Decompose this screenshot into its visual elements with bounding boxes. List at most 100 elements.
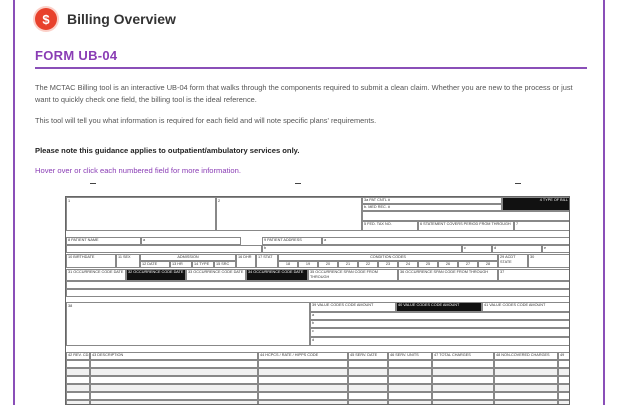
field-9a[interactable]: a — [322, 237, 569, 245]
field-7[interactable]: 7 — [514, 221, 569, 231]
field-2[interactable]: 2 — [216, 197, 362, 231]
field-15[interactable]: 15 SRC — [214, 261, 236, 268]
service-line-cell[interactable] — [258, 376, 348, 384]
field-47[interactable]: 47 TOTAL CHARGES — [432, 352, 494, 360]
field-34[interactable]: 34 OCCURRENCE CODE DATE — [246, 269, 308, 281]
field-43[interactable]: 43 DESCRIPTION — [90, 352, 258, 360]
condition-code-cell[interactable]: 20 — [318, 261, 338, 268]
service-line-cell[interactable] — [432, 400, 494, 404]
service-line-cell[interactable] — [90, 400, 258, 404]
service-line-cell[interactable] — [432, 392, 494, 400]
service-line-cell[interactable] — [494, 360, 558, 368]
service-line-cell[interactable] — [494, 376, 558, 384]
value-code-row-c[interactable]: c — [310, 328, 569, 337]
value-code-row-b[interactable]: b — [310, 320, 569, 328]
field-42[interactable]: 42 REV. CD. — [66, 352, 90, 360]
condition-code-cell[interactable]: 28 — [478, 261, 498, 268]
field-5[interactable]: 5 FED. TAX NO. — [362, 221, 418, 231]
field-9b[interactable]: b — [262, 245, 462, 253]
field-41[interactable]: 41 VALUE CODES CODE AMOUNT — [482, 302, 569, 312]
condition-code-cell[interactable]: 23 — [378, 261, 398, 268]
service-line-cell[interactable] — [432, 360, 494, 368]
service-line-cell[interactable] — [558, 384, 569, 392]
service-line-cell[interactable] — [66, 360, 90, 368]
field-36[interactable]: 36 OCCURRENCE SPAN CODE FROM THROUGH — [398, 269, 498, 281]
field-9d[interactable]: d — [492, 245, 542, 253]
field-9c[interactable]: c — [462, 245, 492, 253]
service-line-cell[interactable] — [66, 376, 90, 384]
service-line-cell[interactable] — [494, 368, 558, 376]
field-46[interactable]: 46 SERV. UNITS — [388, 352, 432, 360]
field-13[interactable]: 13 HR — [170, 261, 192, 268]
condition-code-cell[interactable]: 27 — [458, 261, 478, 268]
service-line-cell[interactable] — [388, 392, 432, 400]
field-11[interactable]: 11 SEX — [116, 254, 140, 268]
service-line-cell[interactable] — [258, 360, 348, 368]
service-line-cell[interactable] — [558, 360, 569, 368]
field-3b[interactable]: b. MED REC. # — [362, 204, 502, 211]
condition-code-cell[interactable]: 18 — [278, 261, 298, 268]
service-line-cell[interactable] — [494, 400, 558, 404]
service-line-cell[interactable] — [348, 392, 388, 400]
field-33[interactable]: 33 OCCURRENCE CODE DATE — [186, 269, 246, 281]
condition-code-cell[interactable]: 22 — [358, 261, 378, 268]
service-line-cell[interactable] — [66, 392, 90, 400]
service-line-cell[interactable] — [494, 392, 558, 400]
service-line-cell[interactable] — [90, 384, 258, 392]
field-44[interactable]: 44 HCPCS / RATE / HIPPS CODE — [258, 352, 348, 360]
service-line-cell[interactable] — [388, 360, 432, 368]
service-line-cell[interactable] — [388, 368, 432, 376]
service-line-cell[interactable] — [348, 360, 388, 368]
condition-code-cell[interactable]: 25 — [418, 261, 438, 268]
service-line-cell[interactable] — [558, 400, 569, 404]
field-49[interactable]: 49 — [558, 352, 569, 360]
service-line-cell[interactable] — [66, 384, 90, 392]
service-line-cell[interactable] — [258, 368, 348, 376]
field-37[interactable]: 37 — [498, 269, 569, 281]
service-line-cell[interactable] — [90, 360, 258, 368]
service-line-cell[interactable] — [558, 376, 569, 384]
field-3a[interactable]: 3a PAT CNTL # — [362, 197, 502, 204]
service-line-cell[interactable] — [66, 400, 90, 404]
field-14[interactable]: 14 TYPE — [192, 261, 214, 268]
service-line-cell[interactable] — [558, 392, 569, 400]
field-48[interactable]: 48 NON-COVERED CHARGES — [494, 352, 558, 360]
field-39[interactable]: 39 VALUE CODES CODE AMOUNT — [310, 302, 396, 312]
field-1[interactable]: 1 — [66, 197, 216, 231]
service-line-cell[interactable] — [558, 368, 569, 376]
service-line-cell[interactable] — [258, 400, 348, 404]
condition-code-cell[interactable]: 21 — [338, 261, 358, 268]
patient-name-line[interactable] — [66, 245, 262, 253]
service-line-cell[interactable] — [348, 384, 388, 392]
field-40[interactable]: 40 VALUE CODES CODE AMOUNT — [396, 302, 482, 312]
service-line-cell[interactable] — [432, 368, 494, 376]
service-line-cell[interactable] — [432, 384, 494, 392]
occurrence-entry-row[interactable] — [66, 289, 569, 297]
value-code-row-d[interactable]: d — [310, 337, 569, 346]
field-9[interactable]: 9 PATIENT ADDRESS — [262, 237, 322, 245]
service-line-cell[interactable] — [388, 400, 432, 404]
service-line-cell[interactable] — [348, 376, 388, 384]
service-line-cell[interactable] — [388, 376, 432, 384]
service-line-cell[interactable] — [90, 368, 258, 376]
condition-code-cell[interactable]: 24 — [398, 261, 418, 268]
field-29[interactable]: 29 ACDT STATE — [498, 254, 528, 268]
field-8[interactable]: 8 PATIENT NAME — [66, 237, 141, 245]
field-17[interactable]: 17 STAT — [256, 254, 278, 268]
service-line-cell[interactable] — [90, 376, 258, 384]
condition-code-cell[interactable]: 19 — [298, 261, 318, 268]
field-12[interactable]: 12 DATE — [140, 261, 170, 268]
service-line-cell[interactable] — [66, 368, 90, 376]
service-line-cell[interactable] — [432, 376, 494, 384]
service-line-cell[interactable] — [388, 384, 432, 392]
field-4[interactable]: 4 TYPE OF BILL — [502, 197, 569, 211]
service-line-cell[interactable] — [348, 400, 388, 404]
field-38[interactable]: 38 — [66, 302, 310, 346]
field-8a[interactable]: a — [141, 237, 241, 245]
service-line-cell[interactable] — [258, 384, 348, 392]
field-10[interactable]: 10 BIRTHDATE — [66, 254, 116, 268]
condition-code-cell[interactable]: 26 — [438, 261, 458, 268]
service-line-cell[interactable] — [494, 384, 558, 392]
field-9e[interactable]: e — [542, 245, 569, 253]
value-code-row-a[interactable]: a — [310, 312, 569, 320]
